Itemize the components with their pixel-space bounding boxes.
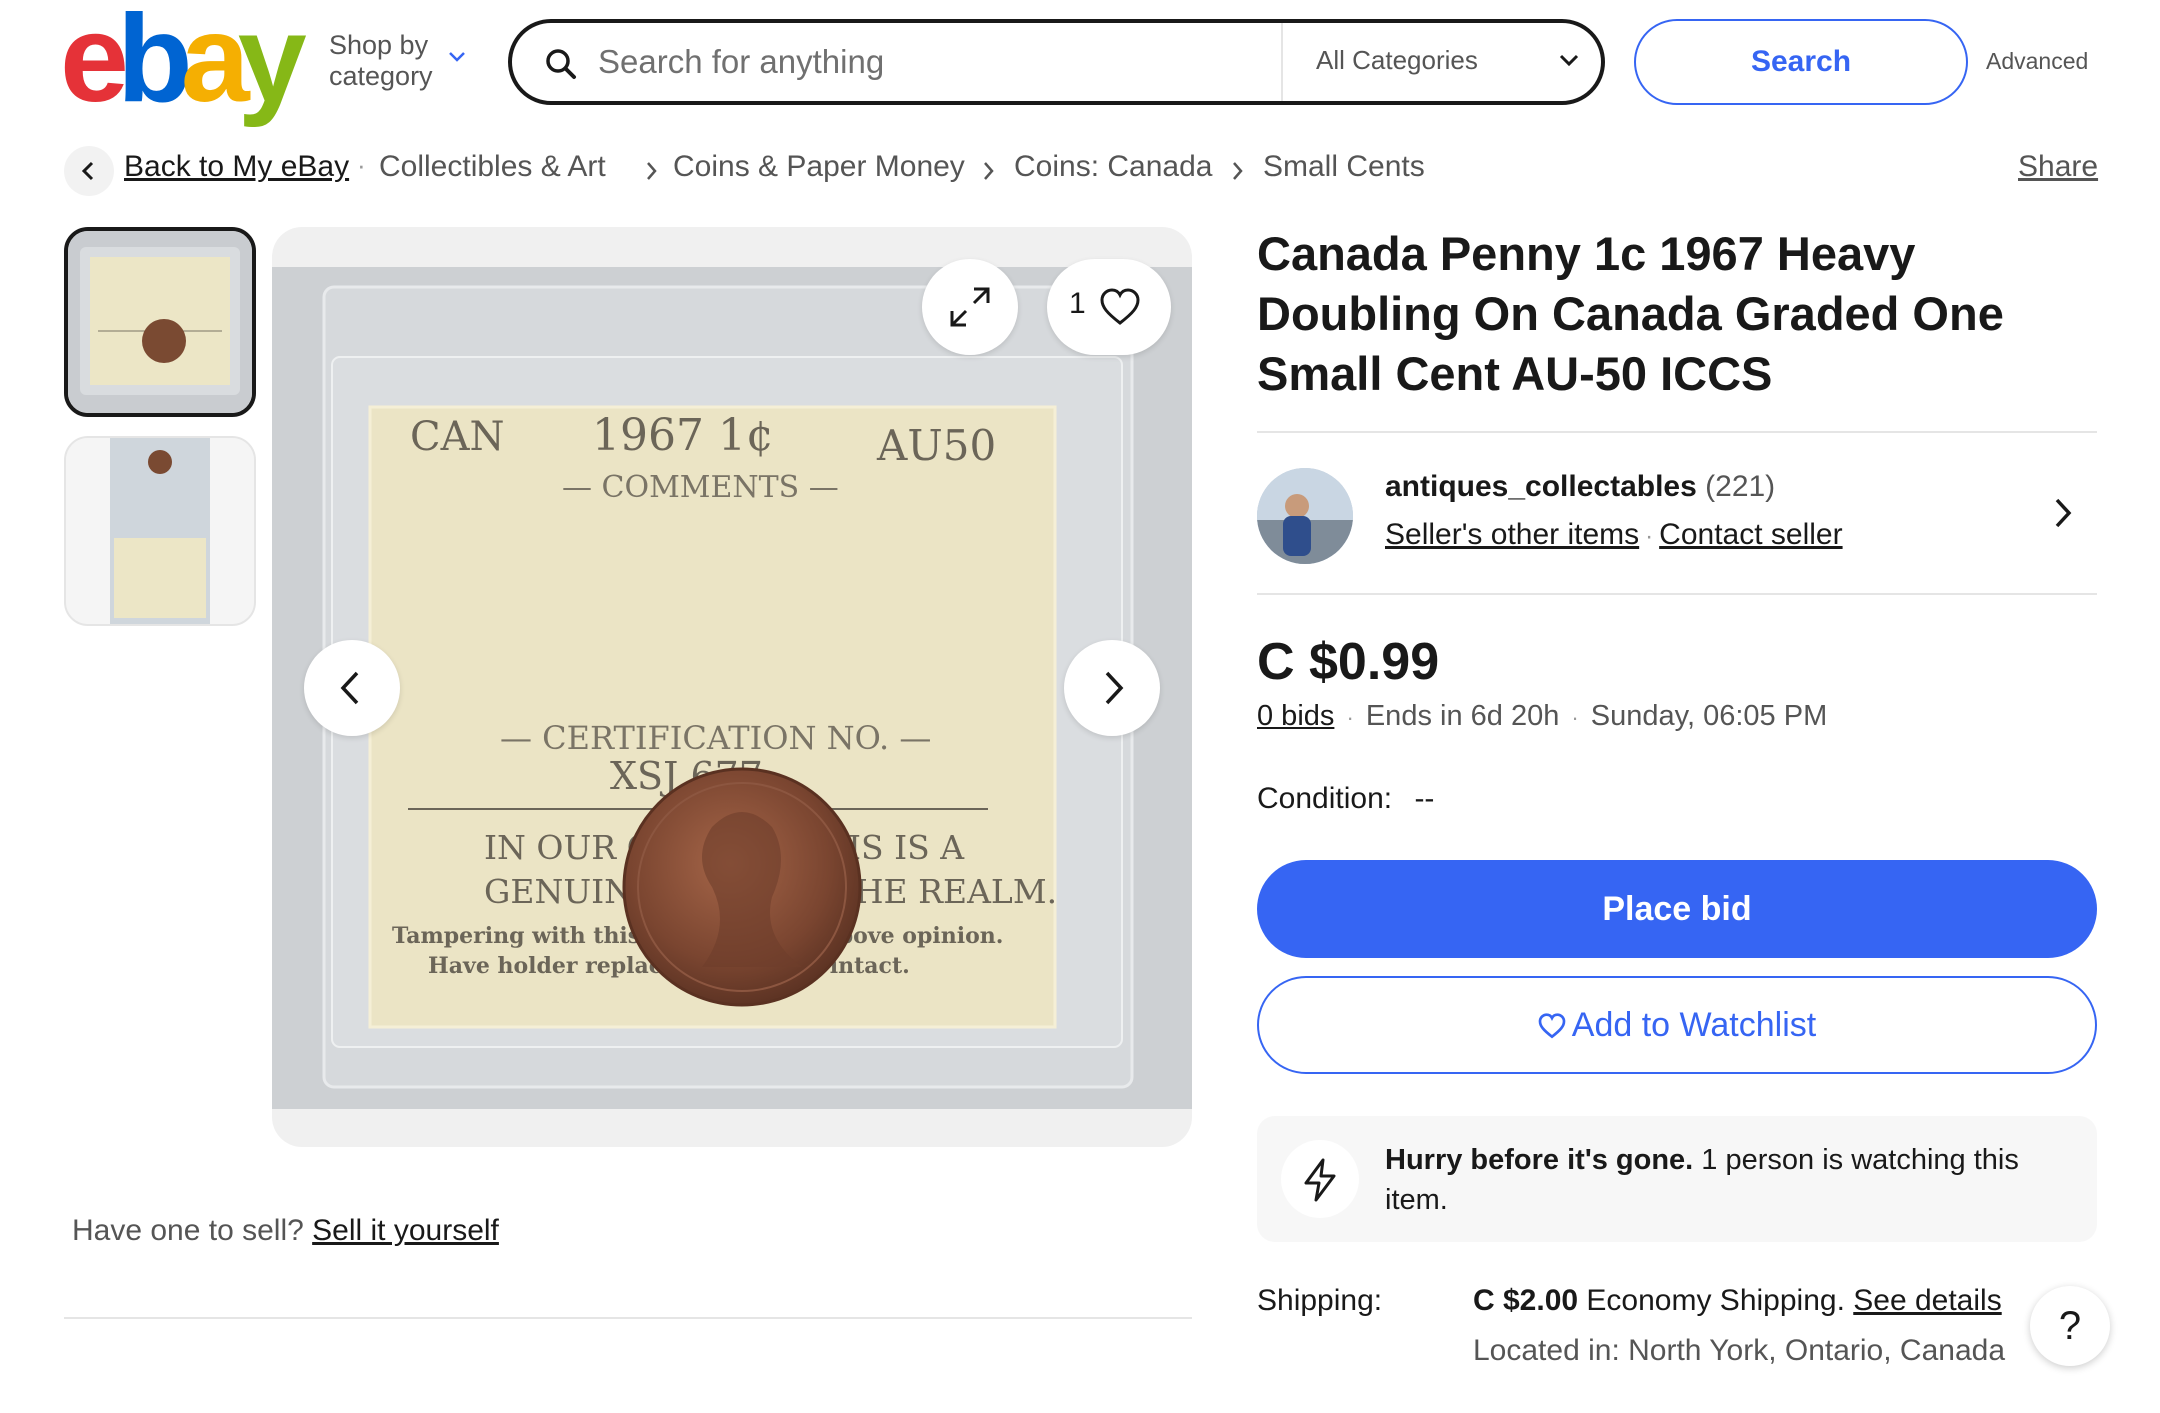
bid-info: 0 bids · Ends in 6d 20h · Sunday, 06:05 … bbox=[1257, 700, 1827, 733]
sell-prompt-text: Have one to sell? bbox=[72, 1214, 304, 1247]
chevron-down-icon[interactable] bbox=[1558, 53, 1580, 67]
breadcrumb-coins-paper-money[interactable]: Coins & Paper Money bbox=[673, 150, 965, 184]
favorite-button[interactable]: 1 bbox=[1047, 259, 1171, 355]
shop-by-line2: category bbox=[329, 61, 433, 91]
divider bbox=[1257, 431, 2097, 433]
logo-letter-a: a bbox=[180, 0, 250, 128]
help-button[interactable]: ? bbox=[2030, 1286, 2110, 1366]
link-separator: · bbox=[1645, 523, 1654, 550]
favorite-count: 1 bbox=[1069, 287, 1086, 320]
advanced-search-link[interactable]: Advanced bbox=[1986, 48, 2088, 75]
thumbnail-image bbox=[68, 231, 252, 413]
listing-title: Canada Penny 1c 1967 Heavy Doubling On C… bbox=[1257, 227, 2004, 400]
logo-letter-e: e bbox=[60, 0, 129, 128]
item-location: Located in: North York, Ontario, Canada bbox=[1473, 1334, 2006, 1367]
holder-country: CAN bbox=[410, 414, 505, 460]
holder-grade: AU50 bbox=[876, 421, 996, 470]
bid-count-link[interactable]: 0 bids bbox=[1257, 700, 1334, 732]
holder-year-denom: 1967 1¢ bbox=[592, 410, 774, 461]
condition-label: Condition: bbox=[1257, 782, 1393, 815]
urgency-banner: Hurry before it's gone. 1 person is watc… bbox=[1257, 1116, 2097, 1242]
search-input[interactable] bbox=[598, 35, 1178, 89]
sell-prompt: Have one to sell? Sell it yourself bbox=[72, 1214, 499, 1248]
chevron-right-icon bbox=[984, 162, 994, 180]
contact-seller-link[interactable]: Contact seller bbox=[1659, 518, 1842, 551]
chevron-left-icon bbox=[340, 671, 359, 705]
shop-by-line1: Shop by bbox=[329, 30, 429, 60]
avatar-image bbox=[1257, 468, 1353, 564]
add-to-watchlist-button[interactable]: Add to Watchlist bbox=[1257, 976, 2097, 1074]
divider bbox=[1257, 593, 2097, 595]
bolt-icon-container bbox=[1281, 1140, 1359, 1218]
seller-info[interactable]: antiques_collectables (221) bbox=[1385, 470, 1775, 504]
shop-by-category-button[interactable]: Shop by category bbox=[329, 30, 465, 92]
watchlist-label: Add to Watchlist bbox=[1571, 1005, 1817, 1044]
heart-icon bbox=[1100, 288, 1140, 325]
back-button[interactable] bbox=[64, 146, 114, 196]
divider bbox=[64, 1317, 1192, 1319]
shipping-info: C $2.00 Economy Shipping. See details bbox=[1473, 1284, 2002, 1318]
search-icon bbox=[546, 49, 576, 79]
breadcrumb-small-cents[interactable]: Small Cents bbox=[1263, 150, 1425, 184]
thumbnail-1[interactable] bbox=[64, 227, 256, 417]
expand-image-button[interactable] bbox=[922, 259, 1018, 355]
heart-icon bbox=[1538, 1012, 1566, 1038]
main-image-frame: CAN 1967 1¢ AU50 — COMMENTS — — CERTIFIC… bbox=[272, 227, 1192, 1147]
shipping-price: C $2.00 bbox=[1473, 1284, 1579, 1317]
urgency-text: Hurry before it's gone. 1 person is watc… bbox=[1385, 1140, 2065, 1220]
sell-it-yourself-link[interactable]: Sell it yourself bbox=[312, 1214, 499, 1247]
end-time: Sunday, 06:05 PM bbox=[1590, 700, 1828, 732]
chevron-left-icon bbox=[81, 161, 94, 181]
seller-links: Seller's other items · Contact seller bbox=[1385, 518, 1843, 552]
condition-row: Condition: -- bbox=[1257, 782, 1434, 816]
breadcrumb-collectibles[interactable]: Collectibles & Art bbox=[379, 150, 606, 184]
seller-other-items-link[interactable]: Seller's other items bbox=[1385, 518, 1639, 551]
chevron-right-icon bbox=[1105, 671, 1124, 705]
thumbnail-2[interactable] bbox=[64, 436, 256, 626]
share-link[interactable]: Share bbox=[2018, 150, 2098, 184]
dot-separator: · bbox=[1571, 705, 1579, 730]
chevron-right-icon bbox=[1233, 162, 1243, 180]
previous-image-button[interactable] bbox=[304, 640, 400, 736]
lightning-bolt-icon bbox=[1304, 1158, 1336, 1202]
search-bar: All Categories bbox=[508, 19, 1605, 105]
see-details-link[interactable]: See details bbox=[1853, 1284, 2001, 1317]
logo-letter-y: y bbox=[237, 0, 307, 128]
breadcrumb-back-link[interactable]: Back to My eBay bbox=[124, 150, 349, 184]
urgency-headline: Hurry before it's gone. bbox=[1385, 1144, 1694, 1176]
place-bid-button[interactable]: Place bid bbox=[1257, 860, 2097, 958]
main-product-image[interactable]: CAN 1967 1¢ AU50 — COMMENTS — — CERTIFIC… bbox=[272, 267, 1192, 1109]
holder-cert-label: — CERTIFICATION NO. — bbox=[500, 719, 931, 757]
shipping-label: Shipping: bbox=[1257, 1284, 1383, 1317]
chevron-right-icon[interactable] bbox=[2052, 496, 2074, 530]
holder-comments: — COMMENTS — bbox=[562, 470, 839, 505]
ebay-logo[interactable]: ebay bbox=[60, 0, 307, 128]
expand-icon bbox=[950, 287, 990, 327]
search-divider bbox=[1281, 23, 1283, 101]
time-left: Ends in 6d 20h bbox=[1365, 700, 1560, 732]
next-image-button[interactable] bbox=[1064, 640, 1160, 736]
breadcrumb-coins-canada[interactable]: Coins: Canada bbox=[1014, 150, 1212, 184]
chevron-down-icon bbox=[449, 52, 465, 62]
search-button[interactable]: Search bbox=[1634, 19, 1968, 105]
shipping-method: Economy Shipping. bbox=[1586, 1284, 1845, 1317]
seller-feedback-score: (221) bbox=[1705, 470, 1776, 503]
breadcrumb-dot: · bbox=[357, 150, 366, 180]
chevron-right-icon bbox=[647, 162, 657, 180]
category-select[interactable]: All Categories bbox=[1316, 45, 1478, 76]
thumbnail-image bbox=[66, 438, 254, 624]
current-price: C $0.99 bbox=[1257, 633, 1440, 691]
seller-name[interactable]: antiques_collectables bbox=[1385, 470, 1697, 503]
seller-avatar[interactable] bbox=[1257, 468, 1353, 564]
dot-separator: · bbox=[1346, 705, 1354, 730]
coin-holder-photo: CAN 1967 1¢ AU50 — COMMENTS — — CERTIFIC… bbox=[272, 267, 1192, 1109]
condition-value: -- bbox=[1414, 782, 1435, 815]
logo-letter-b: b bbox=[116, 0, 193, 128]
